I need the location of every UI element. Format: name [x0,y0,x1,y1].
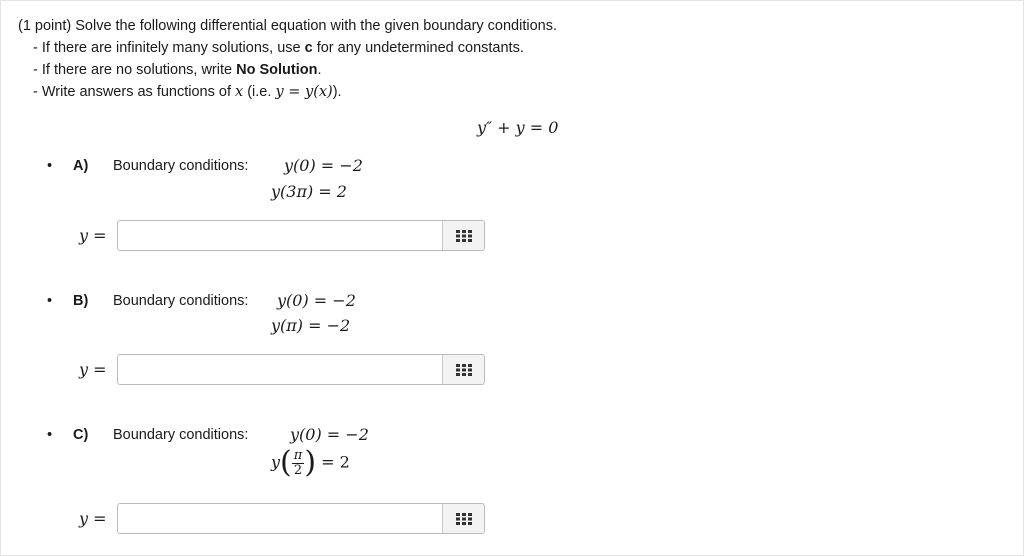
instruction-none-end: . [317,62,322,78]
instruction-format-mid: (i.e. [243,84,276,100]
part-b-bc2: y(π) = −2 [271,316,351,335]
part-c-bc2-rhs: = 2 [321,452,350,472]
part-b-answer-input[interactable] [118,355,443,384]
instruction-no-solution: No Solution [236,62,318,78]
part-a-label: Boundary conditions: [113,158,249,174]
part-c-label: Boundary conditions: [113,427,249,443]
part-a-header: • A) Boundary conditions: [45,158,248,174]
part-b-header: • B) Boundary conditions: [45,293,248,309]
part-a-answer-input[interactable] [118,221,443,250]
points-label: (1 point) [18,18,72,34]
part-c-keypad-button[interactable] [442,504,484,533]
keypad-grid-icon [455,512,472,525]
instruction-none: - If there are no solutions, write No So… [18,59,557,81]
instruction-infinite-end: for any undetermined constants. [312,40,524,56]
part-b-bc1: y(0) = −2 [277,291,356,310]
fraction-denominator: 2 [293,462,303,478]
instruction-none-text: - If there are no solutions, write [33,62,237,78]
instruction-infinite: - If there are infinitely many solutions… [18,37,557,59]
part-b-answer-box [117,354,485,385]
keypad-grid-icon [455,363,472,376]
part-b-keypad-button[interactable] [442,355,484,384]
instruction-format: - Write answers as functions of x (i.e. … [18,81,557,103]
bullet: • [47,158,53,174]
keypad-grid-icon [455,229,472,242]
part-c-answer-input[interactable] [118,504,443,533]
part-c-bc2-fn: y [271,452,281,472]
part-b-answer-label: y = [79,360,107,379]
part-b-letter: B) [73,293,89,309]
part-c-bc1: y(0) = −2 [290,425,369,444]
part-b-label: Boundary conditions: [113,293,249,309]
part-c-header: • C) Boundary conditions: [45,427,248,443]
part-a-keypad-button[interactable] [442,221,484,250]
part-c-answer-box [117,503,485,534]
part-a-letter: A) [73,158,89,174]
instruction-constant-symbol: c [304,40,313,56]
part-a-bc2: y(3π) = 2 [271,182,347,201]
instruction-infinite-text: - If there are infinitely many solutions… [33,40,305,56]
instruction-format-text: - Write answers as functions of [33,84,236,100]
part-c-bc2: y(π 2) = 2 [271,448,350,478]
problem-title: (1 point) Solve the following differenti… [18,15,557,37]
part-a-answer-label: y = [79,226,107,245]
fraction-numerator: π [291,447,305,464]
close-paren: ) [304,445,317,480]
instruction-format-var: x [235,84,244,100]
part-c-answer-label: y = [79,509,107,528]
pi-over-two-fraction: π2 [291,447,305,478]
bullet: • [47,427,53,443]
part-c-letter: C) [73,427,89,443]
instructions: (1 point) Solve the following differenti… [18,15,557,103]
part-a-bc1: y(0) = −2 [284,156,363,175]
problem-panel: (1 point) Solve the following differenti… [0,0,1024,556]
differential-equation: y″ + y = 0 [477,118,559,137]
open-paren: ( [280,445,292,480]
instruction-format-math: y = y(x) [275,84,333,100]
instruction-format-end: ). [332,84,342,100]
bullet: • [47,293,53,309]
part-a-answer-box [117,220,485,251]
title-text: Solve the following differential equatio… [71,18,558,34]
